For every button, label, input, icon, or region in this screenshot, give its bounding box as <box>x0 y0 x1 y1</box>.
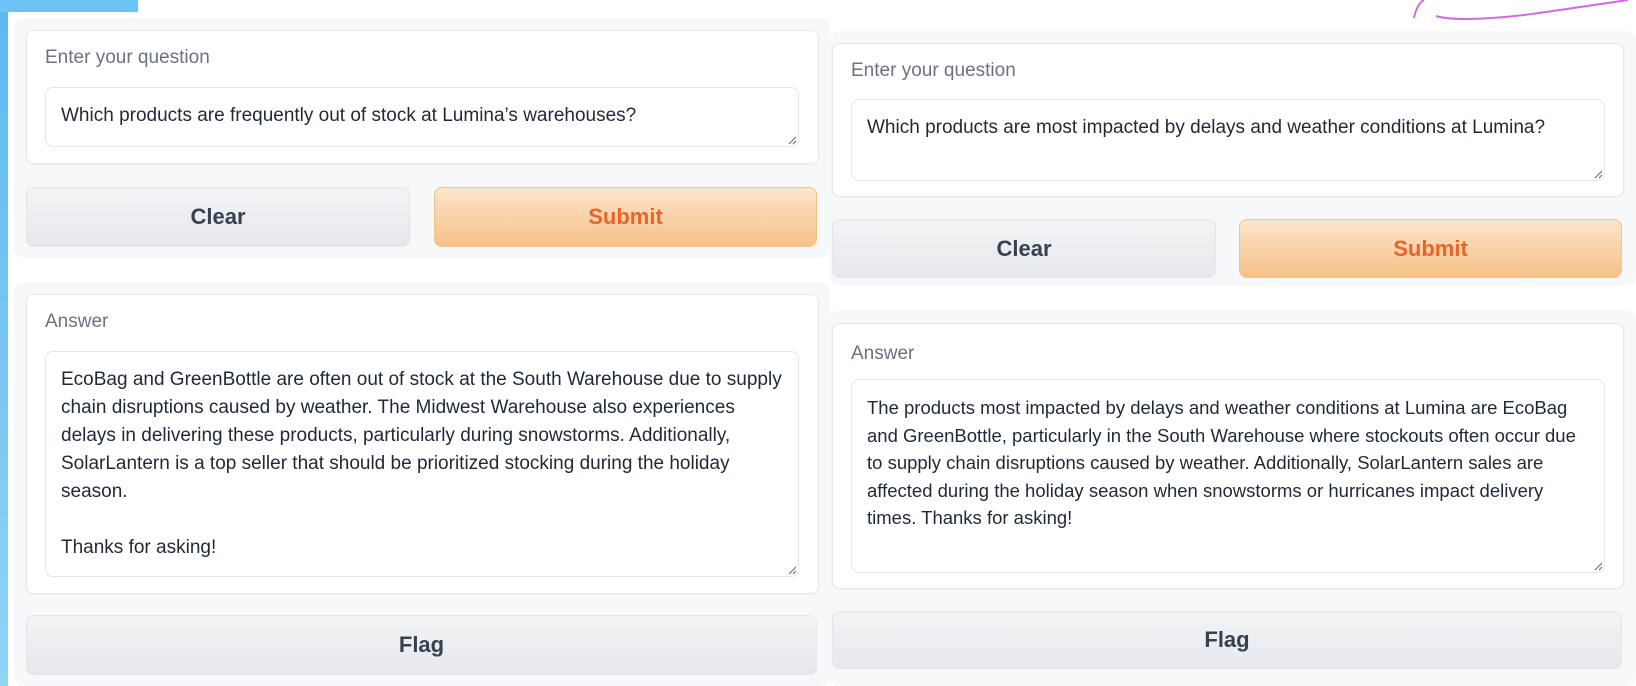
right-answer-block: Answer The products most impacted by del… <box>832 323 1624 589</box>
answer-label: Answer <box>45 311 109 332</box>
clear-button[interactable]: Clear <box>26 187 410 247</box>
question-label: Enter your question <box>851 60 1016 81</box>
resize-handle-icon[interactable] <box>787 135 797 145</box>
flag-button[interactable]: Flag <box>26 615 817 675</box>
answer-output[interactable]: The products most impacted by delays and… <box>851 379 1605 573</box>
answer-label: Answer <box>851 343 915 364</box>
left-question-block: Enter your question Which products are f… <box>26 30 819 164</box>
resize-handle-icon[interactable] <box>1593 169 1603 179</box>
question-label: Enter your question <box>45 47 210 68</box>
question-input[interactable]: Which products are most impacted by dela… <box>851 99 1605 181</box>
clear-button[interactable]: Clear <box>832 219 1216 278</box>
answer-output[interactable]: EcoBag and GreenBottle are often out of … <box>45 351 799 577</box>
resize-handle-icon[interactable] <box>787 565 797 575</box>
right-question-block: Enter your question Which products are m… <box>832 43 1624 197</box>
left-answer-block: Answer EcoBag and GreenBottle are often … <box>26 294 819 594</box>
submit-button[interactable]: Submit <box>1239 219 1622 278</box>
right-panel: Enter your question Which products are m… <box>830 0 1636 686</box>
submit-button[interactable]: Submit <box>434 187 817 247</box>
left-panel: Enter your question Which products are f… <box>0 0 830 686</box>
flag-button[interactable]: Flag <box>832 611 1622 669</box>
resize-handle-icon[interactable] <box>1593 561 1603 571</box>
question-input[interactable]: Which products are frequently out of sto… <box>45 87 799 147</box>
